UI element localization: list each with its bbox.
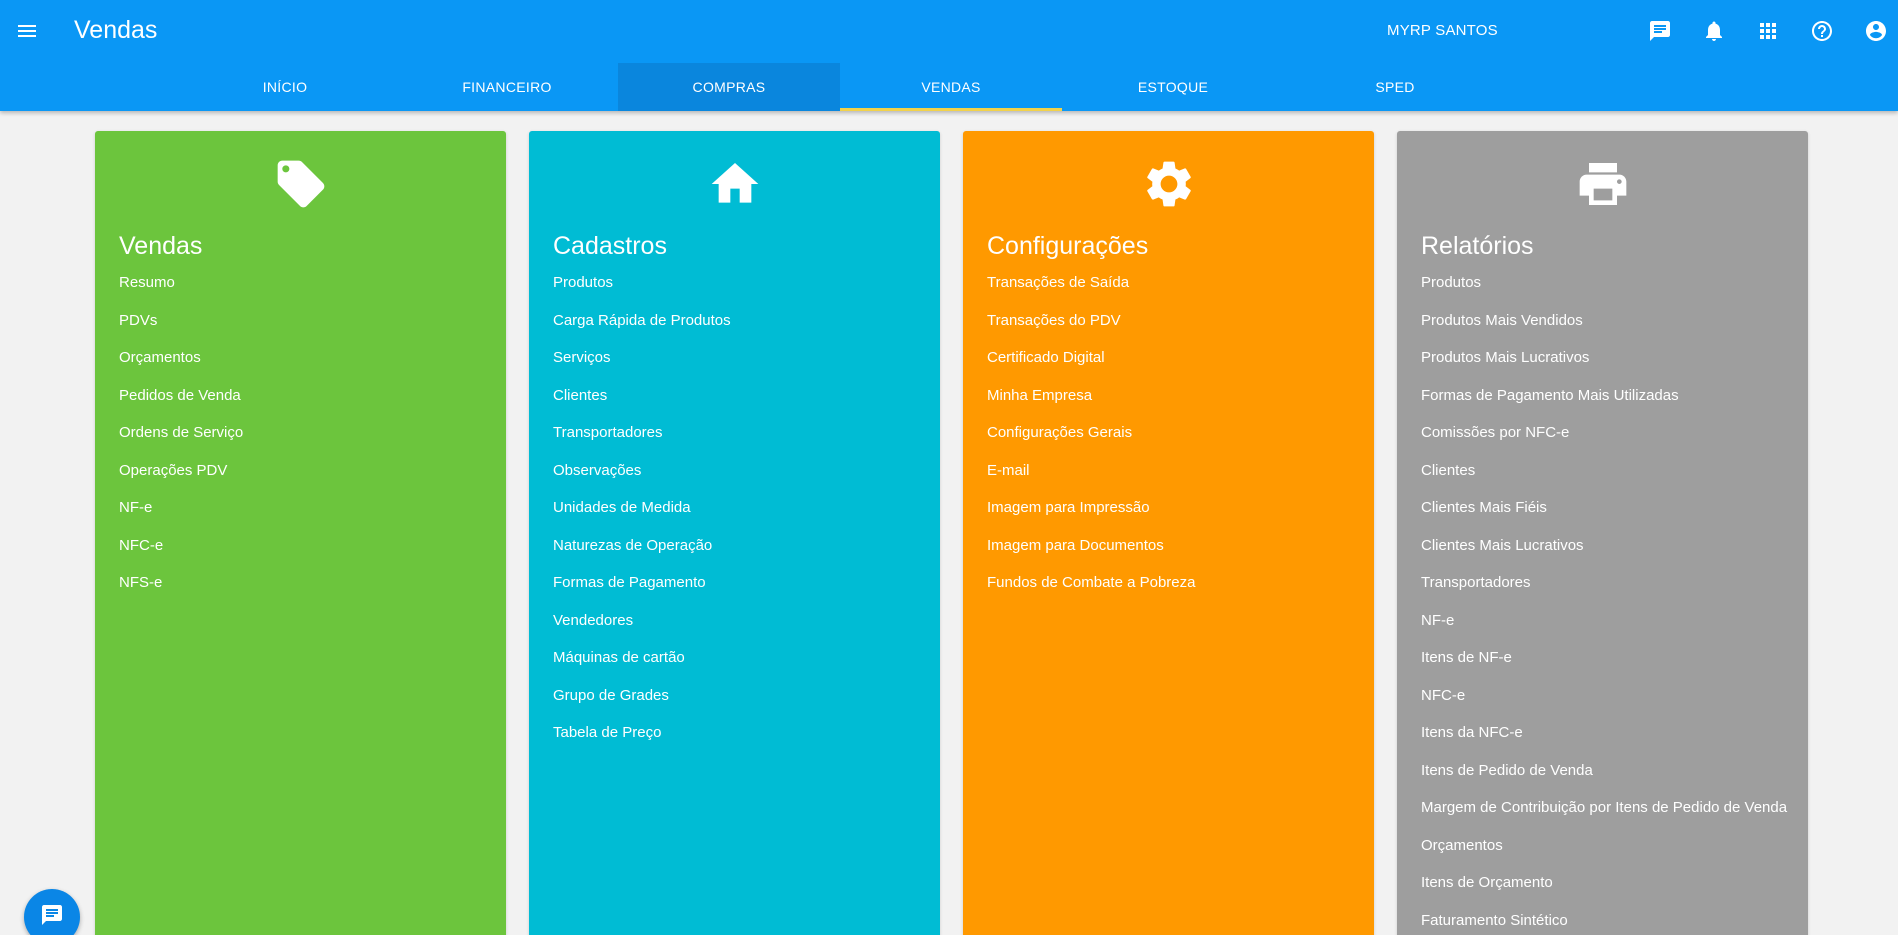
card-title: Configurações (987, 232, 1149, 260)
tab-compras[interactable]: COMPRAS (618, 63, 840, 111)
link-transportadores[interactable]: Transportadores (553, 422, 731, 460)
link-vendedores[interactable]: Vendedores (553, 610, 731, 648)
link-fundos-de-combate[interactable]: Fundos de Combate a Pobreza (987, 572, 1195, 610)
link-pedidos-de-venda[interactable]: Pedidos de Venda (119, 385, 243, 423)
link-unidades-de-medida[interactable]: Unidades de Medida (553, 497, 731, 535)
card-link-list: Transações de Saída Transações do PDV Ce… (987, 272, 1195, 610)
home-icon (706, 155, 764, 213)
link-nfce[interactable]: NFC-e (119, 535, 243, 573)
link-rel-produtos-mais-lucrativos[interactable]: Produtos Mais Lucrativos (1421, 347, 1787, 385)
link-servicos[interactable]: Serviços (553, 347, 731, 385)
link-clientes[interactable]: Clientes (553, 385, 731, 423)
module-tabs: INÍCIO FINANCEIRO COMPRAS VENDAS ESTOQUE… (174, 63, 1506, 111)
link-orcamentos[interactable]: Orçamentos (119, 347, 243, 385)
card-cadastros: Cadastros Produtos Carga Rápida de Produ… (529, 131, 940, 935)
card-link-list: Produtos Carga Rápida de Produtos Serviç… (553, 272, 731, 760)
apps-grid-icon[interactable] (1754, 17, 1782, 45)
link-minha-empresa[interactable]: Minha Empresa (987, 385, 1195, 423)
link-rel-comissoes-nfce[interactable]: Comissões por NFC-e (1421, 422, 1787, 460)
card-relatorios: Relatórios Produtos Produtos Mais Vendid… (1397, 131, 1808, 935)
link-transacoes-do-pdv[interactable]: Transações do PDV (987, 310, 1195, 348)
link-naturezas-de-operacao[interactable]: Naturezas de Operação (553, 535, 731, 573)
tab-inicio[interactable]: INÍCIO (174, 63, 396, 111)
module-cards: Vendas Resumo PDVs Orçamentos Pedidos de… (95, 131, 1808, 935)
card-link-list: Produtos Produtos Mais Vendidos Produtos… (1421, 272, 1787, 935)
card-link-list: Resumo PDVs Orçamentos Pedidos de Venda … (119, 272, 243, 610)
link-configuracoes-gerais[interactable]: Configurações Gerais (987, 422, 1195, 460)
tab-financeiro[interactable]: FINANCEIRO (396, 63, 618, 111)
link-email[interactable]: E-mail (987, 460, 1195, 498)
link-maquinas-de-cartao[interactable]: Máquinas de cartão (553, 647, 731, 685)
chat-icon (42, 905, 62, 925)
help-icon[interactable] (1808, 17, 1836, 45)
link-ordens-de-servico[interactable]: Ordens de Serviço (119, 422, 243, 460)
link-rel-produtos[interactable]: Produtos (1421, 272, 1787, 310)
link-produtos[interactable]: Produtos (553, 272, 731, 310)
link-rel-produtos-mais-vendidos[interactable]: Produtos Mais Vendidos (1421, 310, 1787, 348)
gear-icon (1140, 155, 1198, 213)
link-rel-formas-de-pagamento[interactable]: Formas de Pagamento Mais Utilizadas (1421, 385, 1787, 423)
card-title: Vendas (119, 232, 203, 260)
link-rel-itens-pedido-venda[interactable]: Itens de Pedido de Venda (1421, 760, 1787, 798)
card-title: Relatórios (1421, 232, 1534, 260)
link-rel-itens-nfce[interactable]: Itens da NFC-e (1421, 722, 1787, 760)
printer-icon (1574, 155, 1632, 213)
menu-icon[interactable] (14, 18, 40, 44)
link-rel-clientes-mais-fieis[interactable]: Clientes Mais Fiéis (1421, 497, 1787, 535)
tab-sped[interactable]: SPED (1284, 63, 1506, 111)
tab-vendas[interactable]: VENDAS (840, 63, 1062, 111)
link-imagem-para-impressao[interactable]: Imagem para Impressão (987, 497, 1195, 535)
account-circle-icon[interactable] (1862, 17, 1890, 45)
bell-icon[interactable] (1700, 17, 1728, 45)
link-rel-itens-nfe[interactable]: Itens de NF-e (1421, 647, 1787, 685)
link-rel-orcamentos[interactable]: Orçamentos (1421, 835, 1787, 873)
link-tabela-de-preco[interactable]: Tabela de Preço (553, 722, 731, 760)
link-rel-margem-contribuicao[interactable]: Margem de Contribuição por Itens de Pedi… (1421, 797, 1787, 835)
link-rel-faturamento-sintetico[interactable]: Faturamento Sintético (1421, 910, 1787, 935)
user-name[interactable]: MYRP SANTOS (1387, 20, 1498, 42)
link-certificado-digital[interactable]: Certificado Digital (987, 347, 1195, 385)
card-vendas: Vendas Resumo PDVs Orçamentos Pedidos de… (95, 131, 506, 935)
link-nfse[interactable]: NFS-e (119, 572, 243, 610)
card-title: Cadastros (553, 232, 667, 260)
link-rel-clientes[interactable]: Clientes (1421, 460, 1787, 498)
link-observacoes[interactable]: Observações (553, 460, 731, 498)
link-rel-nfce[interactable]: NFC-e (1421, 685, 1787, 723)
message-icon[interactable] (1646, 17, 1674, 45)
link-grupo-de-grades[interactable]: Grupo de Grades (553, 685, 731, 723)
tag-icon (272, 155, 330, 213)
link-rel-itens-orcamento[interactable]: Itens de Orçamento (1421, 872, 1787, 910)
link-carga-rapida[interactable]: Carga Rápida de Produtos (553, 310, 731, 348)
link-formas-de-pagamento[interactable]: Formas de Pagamento (553, 572, 731, 610)
card-configuracoes: Configurações Transações de Saída Transa… (963, 131, 1374, 935)
page-title: Vendas (74, 16, 158, 44)
top-app-bar: Vendas MYRP SANTOS INÍCIO FINANCEIRO COM… (0, 0, 1898, 111)
link-rel-nfe[interactable]: NF-e (1421, 610, 1787, 648)
tab-estoque[interactable]: ESTOQUE (1062, 63, 1284, 111)
link-rel-clientes-mais-lucrativos[interactable]: Clientes Mais Lucrativos (1421, 535, 1787, 573)
link-transacoes-de-saida[interactable]: Transações de Saída (987, 272, 1195, 310)
link-resumo[interactable]: Resumo (119, 272, 243, 310)
link-nfe[interactable]: NF-e (119, 497, 243, 535)
link-operacoes-pdv[interactable]: Operações PDV (119, 460, 243, 498)
link-imagem-para-documentos[interactable]: Imagem para Documentos (987, 535, 1195, 573)
link-pdvs[interactable]: PDVs (119, 310, 243, 348)
link-rel-transportadores[interactable]: Transportadores (1421, 572, 1787, 610)
chat-fab-button[interactable] (24, 889, 80, 935)
